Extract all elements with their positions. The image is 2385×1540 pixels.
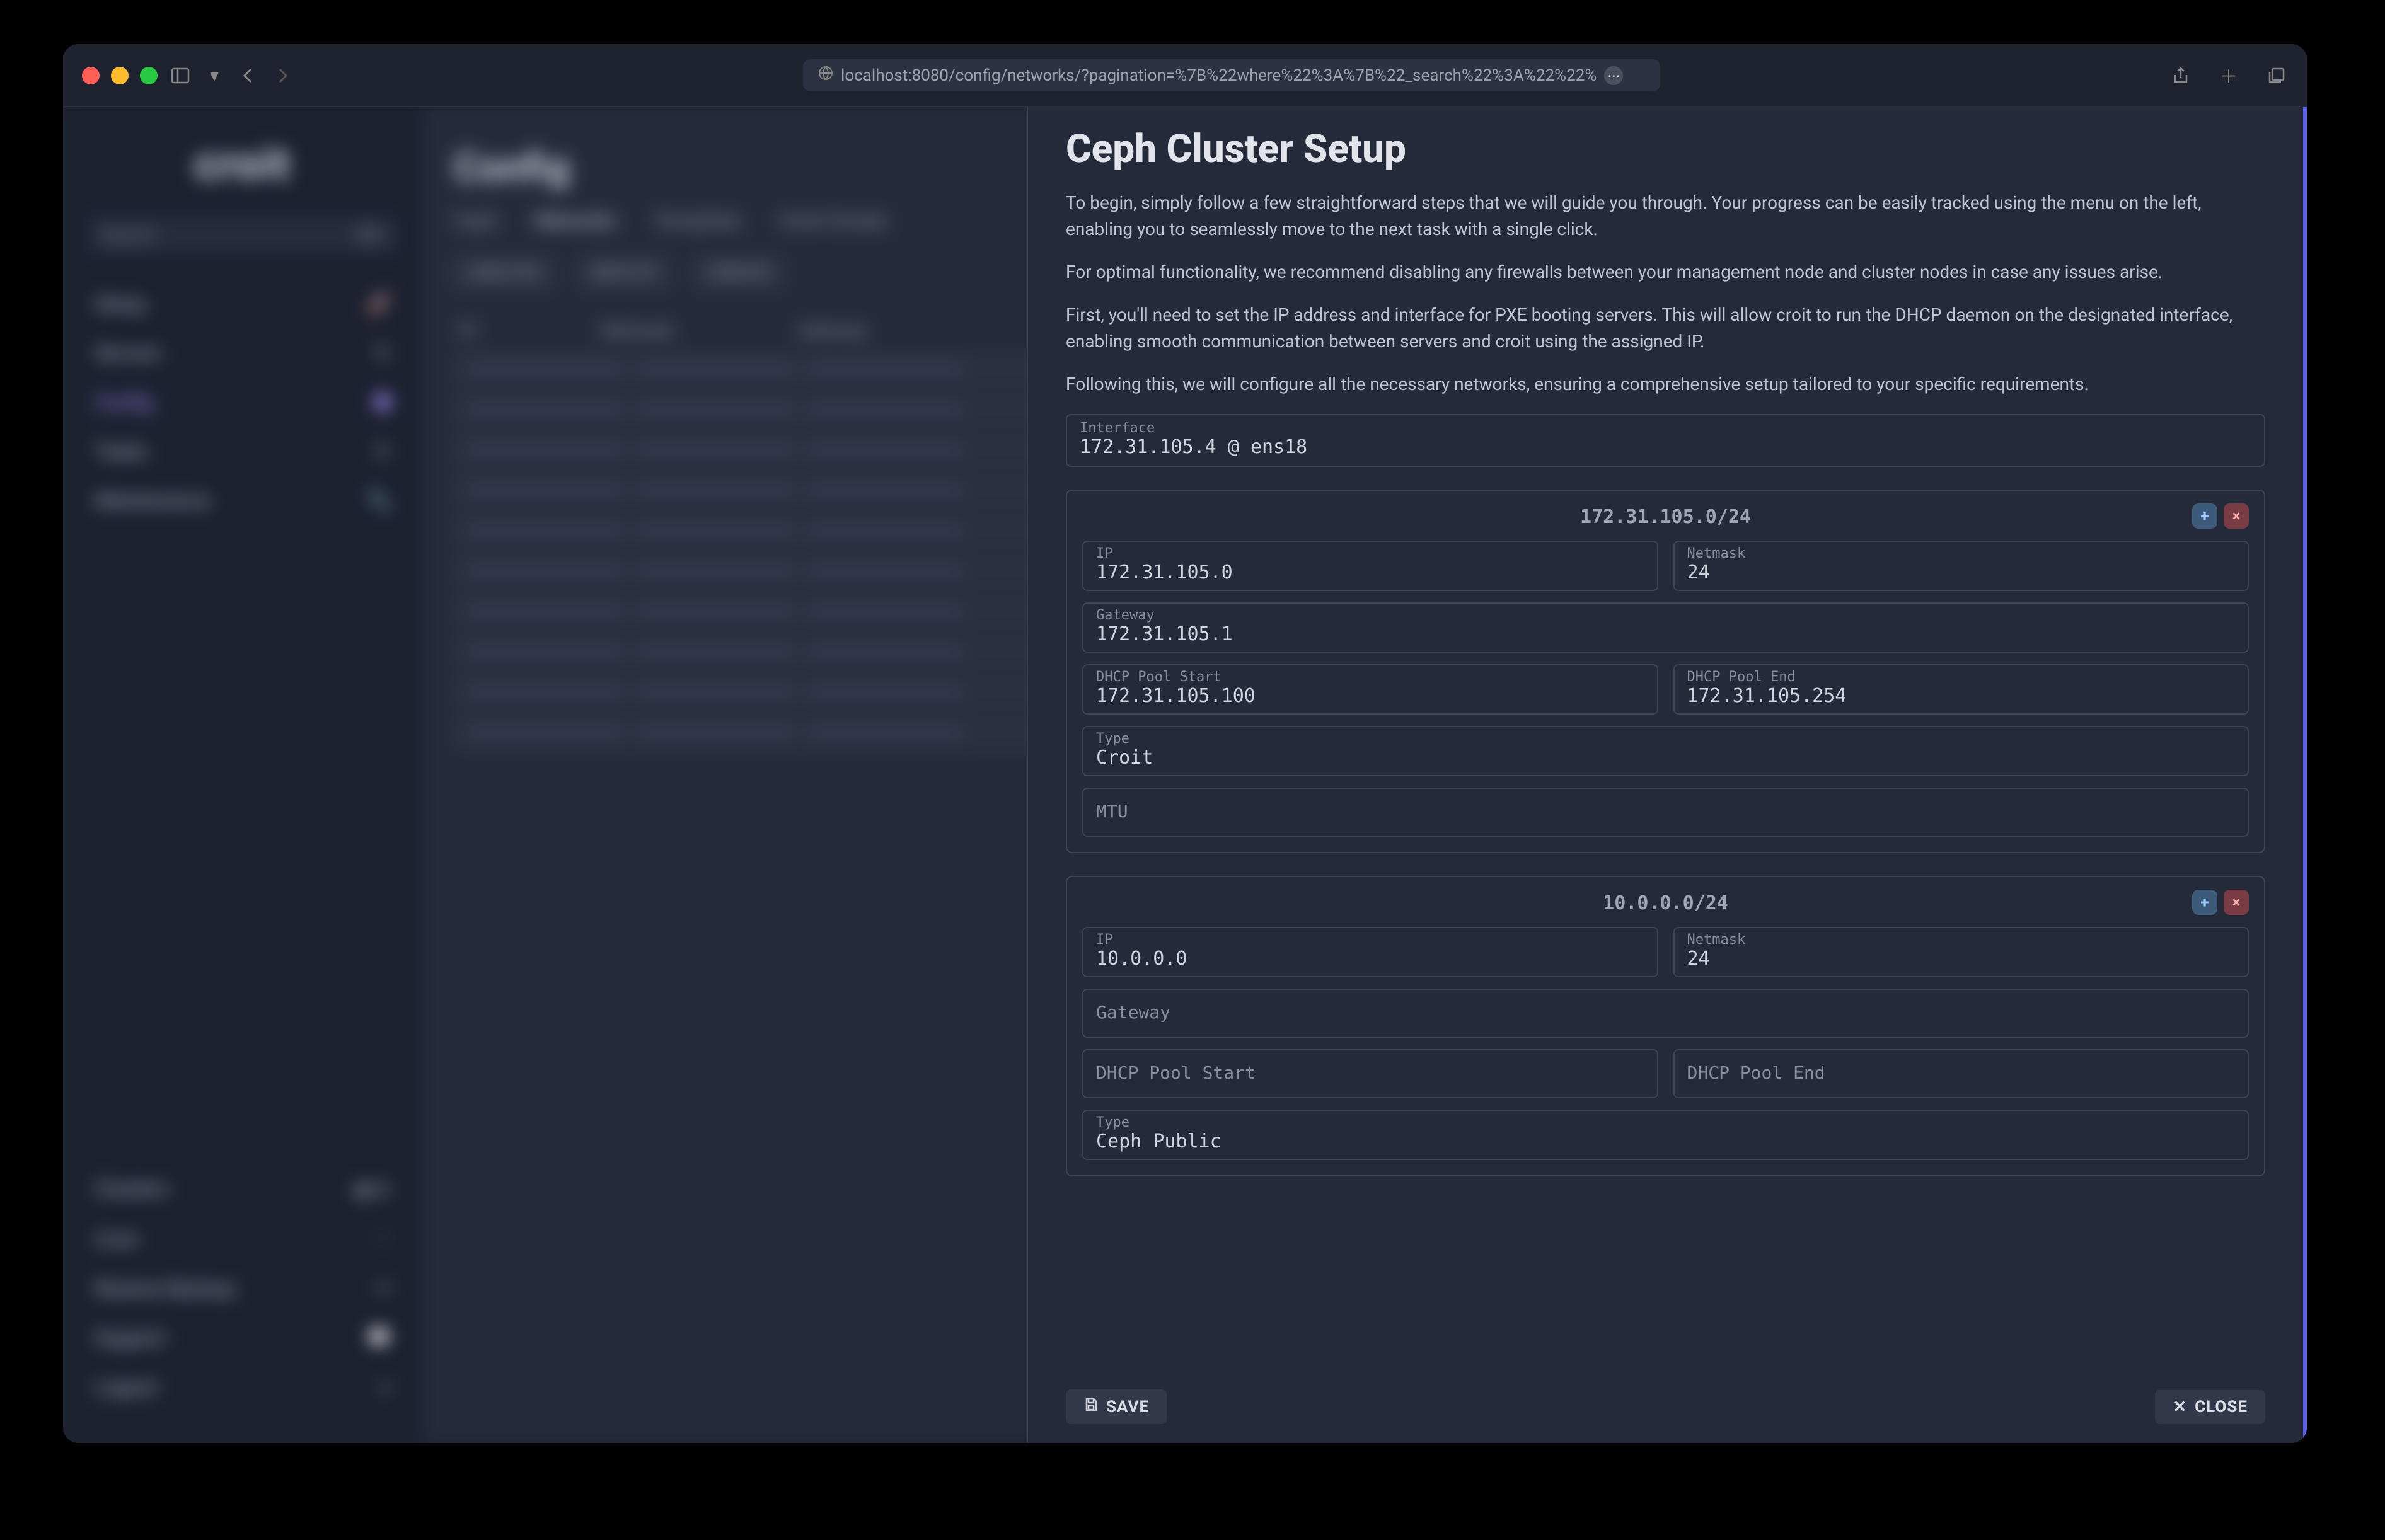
sidebar-item-support[interactable]: Support💬 xyxy=(88,1313,397,1362)
interface-field[interactable]: Interface 172.31.105.4 @ ens18 xyxy=(1066,414,2265,467)
tabs-overview-icon[interactable] xyxy=(2265,64,2288,87)
tab-ceph[interactable]: Ceph xyxy=(454,210,497,232)
mtu-field[interactable]: MTU xyxy=(1082,788,2249,837)
netmask-field[interactable]: Netmask 24 xyxy=(1673,927,2249,977)
panel-paragraph: First, you'll need to set the IP address… xyxy=(1066,302,2251,355)
gateway-field[interactable]: Gateway xyxy=(1082,989,2249,1038)
chevron-down-icon[interactable]: ▾ xyxy=(203,64,226,87)
interface-label: Interface xyxy=(1080,420,2251,436)
save-icon xyxy=(1083,1397,1099,1416)
server-icon: ☰ xyxy=(374,342,391,364)
create-button[interactable]: CREATE xyxy=(695,257,783,289)
app-body: croit Search ⌘K Setup🚀 Servers☰ Config T… xyxy=(63,107,2307,1443)
exit-icon: ⇥ xyxy=(375,1376,391,1398)
chat-icon: 💬 xyxy=(367,1327,391,1349)
dhcp-start-field[interactable]: DHCP Pool Start xyxy=(1082,1049,1658,1098)
active-dot-icon xyxy=(374,394,391,410)
network-title: 10.0.0.0/24 xyxy=(1603,892,1728,914)
network-card: 10.0.0.0/24 + × IP 10.0.0.0 xyxy=(1066,876,2265,1176)
netmask-field[interactable]: Netmask 24 xyxy=(1673,541,2249,591)
network-card: 172.31.105.0/24 + × IP 172.31.105.0 xyxy=(1066,490,2265,853)
sidebar-toggle-icon[interactable] xyxy=(169,64,192,87)
plus-icon: + xyxy=(2200,894,2209,911)
close-window-button[interactable] xyxy=(82,67,100,84)
add-network-button[interactable]: + xyxy=(2192,503,2217,529)
tab-networks[interactable]: Networks xyxy=(535,210,616,232)
heart-icon: ♡ xyxy=(374,1229,391,1251)
rocket-icon: 🚀 xyxy=(367,293,391,315)
back-button[interactable] xyxy=(237,64,260,87)
close-button[interactable]: ✕ CLOSE xyxy=(2155,1390,2265,1424)
sidebar-item-setup[interactable]: Setup🚀 xyxy=(88,279,397,328)
zoom-window-button[interactable] xyxy=(140,67,158,84)
delete-network-button[interactable]: × xyxy=(2224,503,2249,529)
share-icon[interactable] xyxy=(2169,64,2192,87)
url-text: localhost:8080/config/networks/?paginati… xyxy=(841,66,1597,85)
sidebar: croit Search ⌘K Setup🚀 Servers☰ Config T… xyxy=(63,107,422,1443)
addressbar-wrap: localhost:8080/config/networks/?paginati… xyxy=(305,59,2158,91)
close-icon: × xyxy=(2232,507,2241,525)
type-field[interactable]: Type Croit xyxy=(1082,726,2249,776)
tab-templates[interactable]: Templates xyxy=(653,210,741,232)
boot-ip-button[interactable]: BOOT IP xyxy=(579,257,670,289)
restore-icon: ↺ xyxy=(375,1278,391,1300)
address-bar[interactable]: localhost:8080/config/networks/?paginati… xyxy=(803,59,1660,91)
plus-icon: + xyxy=(2200,507,2209,525)
share-icon: �共 xyxy=(352,1175,391,1202)
type-field[interactable]: Type Ceph Public xyxy=(1082,1110,2249,1160)
dhcp-end-field[interactable]: DHCP Pool End 172.31.105.254 xyxy=(1673,664,2249,715)
sidebar-item-restore[interactable]: Restore Backup↺ xyxy=(88,1264,397,1313)
wrench-icon: 🔧 xyxy=(367,490,391,512)
setup-panel: Ceph Cluster Setup To begin, simply foll… xyxy=(1027,107,2307,1443)
network-header: 10.0.0.0/24 + × xyxy=(1082,892,2249,914)
save-button[interactable]: SAVE xyxy=(1066,1389,1167,1424)
sidebar-item-servers[interactable]: Servers☰ xyxy=(88,328,397,377)
list-icon: ☲ xyxy=(374,440,391,463)
close-icon: ✕ xyxy=(2173,1398,2187,1416)
sidebar-item-logout[interactable]: Logout⇥ xyxy=(88,1362,397,1411)
minimize-window-button[interactable] xyxy=(111,67,129,84)
search-input[interactable]: Search ⌘K xyxy=(88,215,397,254)
dhcp-start-field[interactable]: DHCP Pool Start 172.31.105.100 xyxy=(1082,664,1658,715)
sidebar-item-croit[interactable]: Croit♡ xyxy=(88,1215,397,1264)
traffic-lights xyxy=(82,67,158,84)
tab-hook-scripts[interactable]: Hook Scripts xyxy=(780,210,887,232)
titlebar: ▾ localhost:8080/config/networks/?pagina… xyxy=(63,44,2307,107)
gateway-field[interactable]: Gateway 172.31.105.1 xyxy=(1082,602,2249,653)
network-actions: + × xyxy=(2192,503,2249,529)
forward-button[interactable] xyxy=(271,64,294,87)
sidebar-item-config[interactable]: Config xyxy=(88,377,397,427)
panel-footer: SAVE ✕ CLOSE xyxy=(1066,1389,2265,1424)
network-actions: + × xyxy=(2192,890,2249,915)
add-network-button[interactable]: + xyxy=(2192,890,2217,915)
sidebar-item-tasks[interactable]: Tasks☲ xyxy=(88,427,397,476)
app-logo: croit xyxy=(88,139,397,190)
search-shortcut: ⌘K xyxy=(355,224,384,245)
sidebar-item-maintenance[interactable]: Maintenance🔧 xyxy=(88,476,397,525)
panel-paragraph: For optimal functionality, we recommend … xyxy=(1066,259,2251,285)
network-title: 172.31.105.0/24 xyxy=(1580,506,1751,528)
sidebar-item-clusters[interactable]: Clusters�共 xyxy=(88,1162,397,1215)
close-icon: × xyxy=(2232,894,2241,911)
interface-value: 172.31.105.4 @ ens18 xyxy=(1080,436,2251,458)
browser-window: ▾ localhost:8080/config/networks/?pagina… xyxy=(63,44,2307,1443)
titlebar-right: ＋ xyxy=(2169,64,2288,87)
ip-field[interactable]: IP 172.31.105.0 xyxy=(1082,541,1658,591)
site-settings-icon[interactable] xyxy=(818,66,833,85)
url-more-icon[interactable]: ⋯ xyxy=(1604,66,1623,85)
search-placeholder: Search xyxy=(101,224,155,245)
panel-paragraph: Following this, we will configure all th… xyxy=(1066,371,2251,398)
new-tab-icon[interactable]: ＋ xyxy=(2217,64,2240,87)
used-ips-button[interactable]: USED IPS xyxy=(454,257,553,289)
dhcp-end-field[interactable]: DHCP Pool End xyxy=(1673,1049,2249,1098)
close-label: CLOSE xyxy=(2195,1398,2248,1416)
save-label: SAVE xyxy=(1106,1398,1149,1416)
ip-field[interactable]: IP 10.0.0.0 xyxy=(1082,927,1658,977)
panel-title: Ceph Cluster Setup xyxy=(1066,126,2265,172)
panel-paragraph: To begin, simply follow a few straightfo… xyxy=(1066,190,2251,243)
network-header: 172.31.105.0/24 + × xyxy=(1082,506,2249,528)
delete-network-button[interactable]: × xyxy=(2224,890,2249,915)
